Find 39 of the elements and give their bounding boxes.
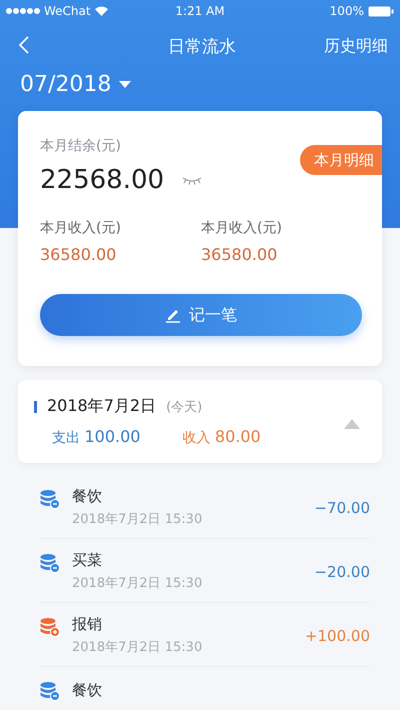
entry-amount: −20.00 <box>314 562 370 580</box>
carrier-name: WeChat <box>44 4 91 18</box>
entry-amount: −70.00 <box>314 498 370 516</box>
income-label: 本月收入(元) <box>40 219 122 237</box>
entry-amount: +100.00 <box>304 626 370 644</box>
entry-time: 2018年7月2日 15:30 <box>72 511 204 528</box>
section-marker <box>34 400 37 412</box>
balance-amount: 22568.00 <box>40 165 164 195</box>
signal-icon <box>6 8 40 14</box>
balance-label: 本月结余(元) <box>40 138 121 154</box>
wifi-icon <box>94 6 108 16</box>
clock-time: 1:21 AM <box>175 4 225 18</box>
monthly-detail-badge[interactable]: 本月明细 <box>300 145 382 175</box>
income-total: 收入 80.00 <box>182 427 261 447</box>
record-button[interactable]: 记一笔 <box>40 294 362 336</box>
income-label: 本月收入(元) <box>201 219 283 237</box>
income-amount: 36580.00 <box>201 245 278 264</box>
closed-eye-icon[interactable] <box>182 176 202 184</box>
entry-title: 报销 <box>72 615 103 634</box>
battery-icon <box>368 6 394 16</box>
entry-title: 买菜 <box>72 551 103 570</box>
battery-percent: 100% <box>330 4 364 18</box>
day-date: 2018年7月2日 <box>47 396 156 417</box>
entry-time: 2018年7月2日 15:30 <box>72 639 204 656</box>
income-amount: 36580.00 <box>40 245 118 264</box>
entry-time: 2018年7月2日 15:30 <box>72 575 204 592</box>
today-note: (今天) <box>166 398 202 416</box>
entry-title: 餐饮 <box>72 680 103 700</box>
coins-icon <box>40 489 60 509</box>
pencil-icon <box>165 307 181 323</box>
month-selector[interactable]: 07/2018 <box>20 72 132 97</box>
dropdown-caret-icon <box>119 81 132 88</box>
coins-icon <box>40 617 60 637</box>
history-link[interactable]: 历史明细 <box>324 36 388 56</box>
page-title: 日常流水 <box>168 36 236 58</box>
expense-total: 支出 100.00 <box>52 427 140 447</box>
coins-icon <box>40 553 60 573</box>
entry-title: 餐饮 <box>72 487 103 506</box>
coins-icon <box>40 681 60 701</box>
